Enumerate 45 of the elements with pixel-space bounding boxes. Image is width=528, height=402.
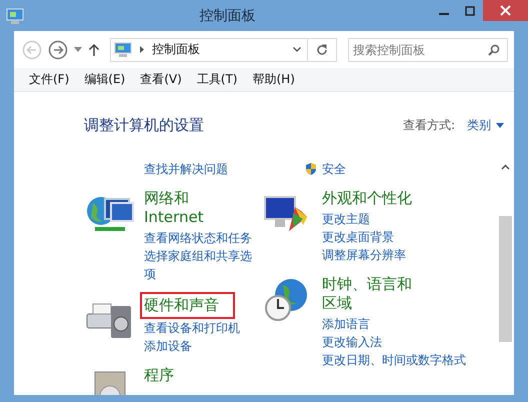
refresh-icon[interactable] (316, 44, 328, 56)
category-title[interactable]: 外观和个性化 (319, 187, 415, 210)
address-bar[interactable]: 控制面板 (110, 38, 337, 62)
category-title[interactable]: 程序 (141, 364, 177, 387)
close-icon (500, 5, 511, 16)
chevron-right-icon (140, 46, 144, 53)
task-link[interactable]: 更改桌面背景 (322, 228, 394, 246)
page-heading: 调整计算机的设置 (84, 116, 204, 134)
menu-item[interactable]: 文件(F) (22, 71, 78, 88)
task-link[interactable]: 调整屏幕分辨率 (322, 246, 406, 264)
forward-button[interactable] (48, 40, 68, 60)
menu-item[interactable]: 帮助(H) (246, 71, 303, 88)
maximize-icon (465, 6, 475, 16)
task-link[interactable]: 添加设备 (144, 337, 192, 355)
task-link[interactable]: 添加语言 (322, 315, 370, 333)
task-link[interactable]: 查看网络状态和任务 (144, 229, 252, 247)
caret-icon (496, 122, 504, 128)
control-panel-icon (6, 6, 24, 24)
menu-item[interactable]: 查看(V) (133, 71, 190, 88)
address-path: 控制面板 (152, 41, 201, 58)
category-title[interactable]: 时钟、语言和区域 (319, 273, 425, 315)
task-link[interactable]: 查找并解决问题 (144, 160, 228, 178)
minimize-icon (439, 12, 449, 14)
task-link[interactable]: 安全 (322, 160, 346, 178)
search-field[interactable]: 搜索控制面板 (348, 38, 508, 62)
task-link[interactable]: 更改主题 (322, 210, 370, 228)
window-title: 控制面板 (198, 6, 256, 24)
search-icon (488, 44, 500, 56)
control-panel-icon (114, 42, 132, 58)
task-link[interactable]: 查看设备和打印机 (144, 319, 240, 337)
task-link[interactable]: 选择家庭组和共享选项 (144, 247, 259, 283)
task-link[interactable]: 更改输入法 (322, 333, 382, 351)
menu-item[interactable]: 编辑(E) (77, 71, 134, 88)
view-by-label: 查看方式: (402, 116, 455, 134)
scroll-up-icon (501, 164, 510, 170)
category-title[interactable]: 网络和 Internet (141, 187, 242, 229)
category-title[interactable]: 硬件和声音 (140, 292, 235, 319)
up-button[interactable] (88, 42, 100, 56)
shield-icon (304, 162, 318, 176)
view-by-dropdown[interactable]: 类别 (467, 116, 504, 134)
recent-dropdown-button[interactable] (74, 47, 82, 52)
close-button[interactable] (483, 0, 528, 21)
task-link[interactable]: 更改日期、时间或数字格式 (322, 351, 466, 369)
menu-item[interactable]: 工具(T) (190, 71, 246, 88)
chevron-down-icon (293, 47, 301, 52)
